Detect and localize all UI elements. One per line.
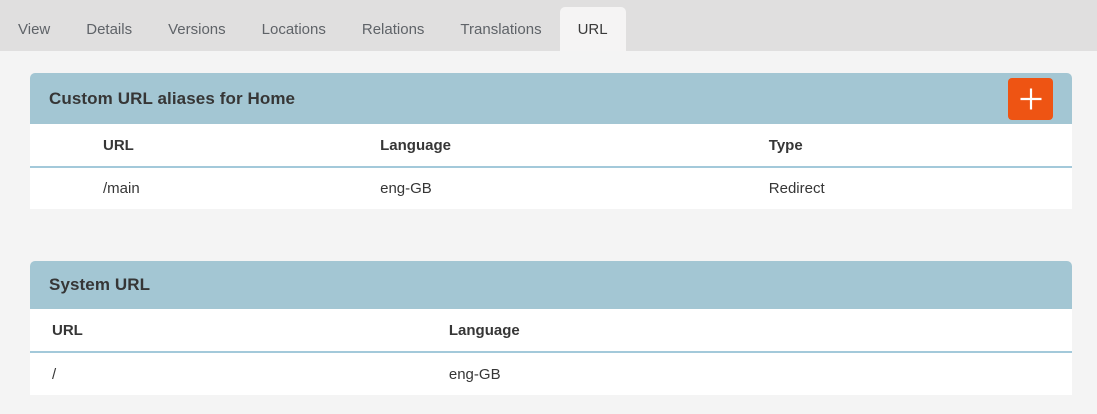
custom-url-aliases-header: Custom URL aliases for Home — [30, 73, 1072, 124]
system-url-header: System URL — [30, 261, 1072, 309]
table-cell: /main — [30, 167, 380, 209]
table-cell: Redirect — [769, 167, 1072, 209]
table-header-row: URLLanguage — [30, 309, 1072, 352]
plus-icon — [1019, 87, 1043, 111]
table-cell: / — [30, 352, 449, 395]
system-url-table: URLLanguage /eng-GB — [30, 309, 1072, 395]
add-url-alias-button[interactable] — [1008, 78, 1053, 120]
column-header-language: Language — [380, 124, 769, 167]
table-cell: eng-GB — [380, 167, 769, 209]
url-tab-content: Custom URL aliases for Home URLLanguageT… — [0, 51, 1097, 395]
tab-versions[interactable]: Versions — [150, 7, 244, 51]
tab-details[interactable]: Details — [68, 7, 150, 51]
column-header-type: Type — [769, 124, 1072, 167]
custom-url-aliases-table: URLLanguageType /maineng-GBRedirect — [30, 124, 1072, 209]
system-url-title: System URL — [49, 275, 150, 295]
column-header-url: URL — [30, 124, 380, 167]
table-cell: eng-GB — [449, 352, 1072, 395]
custom-url-aliases-title: Custom URL aliases for Home — [49, 89, 295, 109]
tab-translations[interactable]: Translations — [442, 7, 559, 51]
column-header-language: Language — [449, 309, 1072, 352]
tab-view[interactable]: View — [0, 7, 68, 51]
table-row: /eng-GB — [30, 352, 1072, 395]
custom-url-aliases-panel: Custom URL aliases for Home URLLanguageT… — [30, 73, 1072, 209]
column-header-url: URL — [30, 309, 449, 352]
tab-relations[interactable]: Relations — [344, 7, 443, 51]
tab-locations[interactable]: Locations — [244, 7, 344, 51]
system-url-panel: System URL URLLanguage /eng-GB — [30, 261, 1072, 395]
tab-url[interactable]: URL — [560, 7, 626, 51]
tab-bar: ViewDetailsVersionsLocationsRelationsTra… — [0, 0, 1097, 51]
table-row: /maineng-GBRedirect — [30, 167, 1072, 209]
table-header-row: URLLanguageType — [30, 124, 1072, 167]
